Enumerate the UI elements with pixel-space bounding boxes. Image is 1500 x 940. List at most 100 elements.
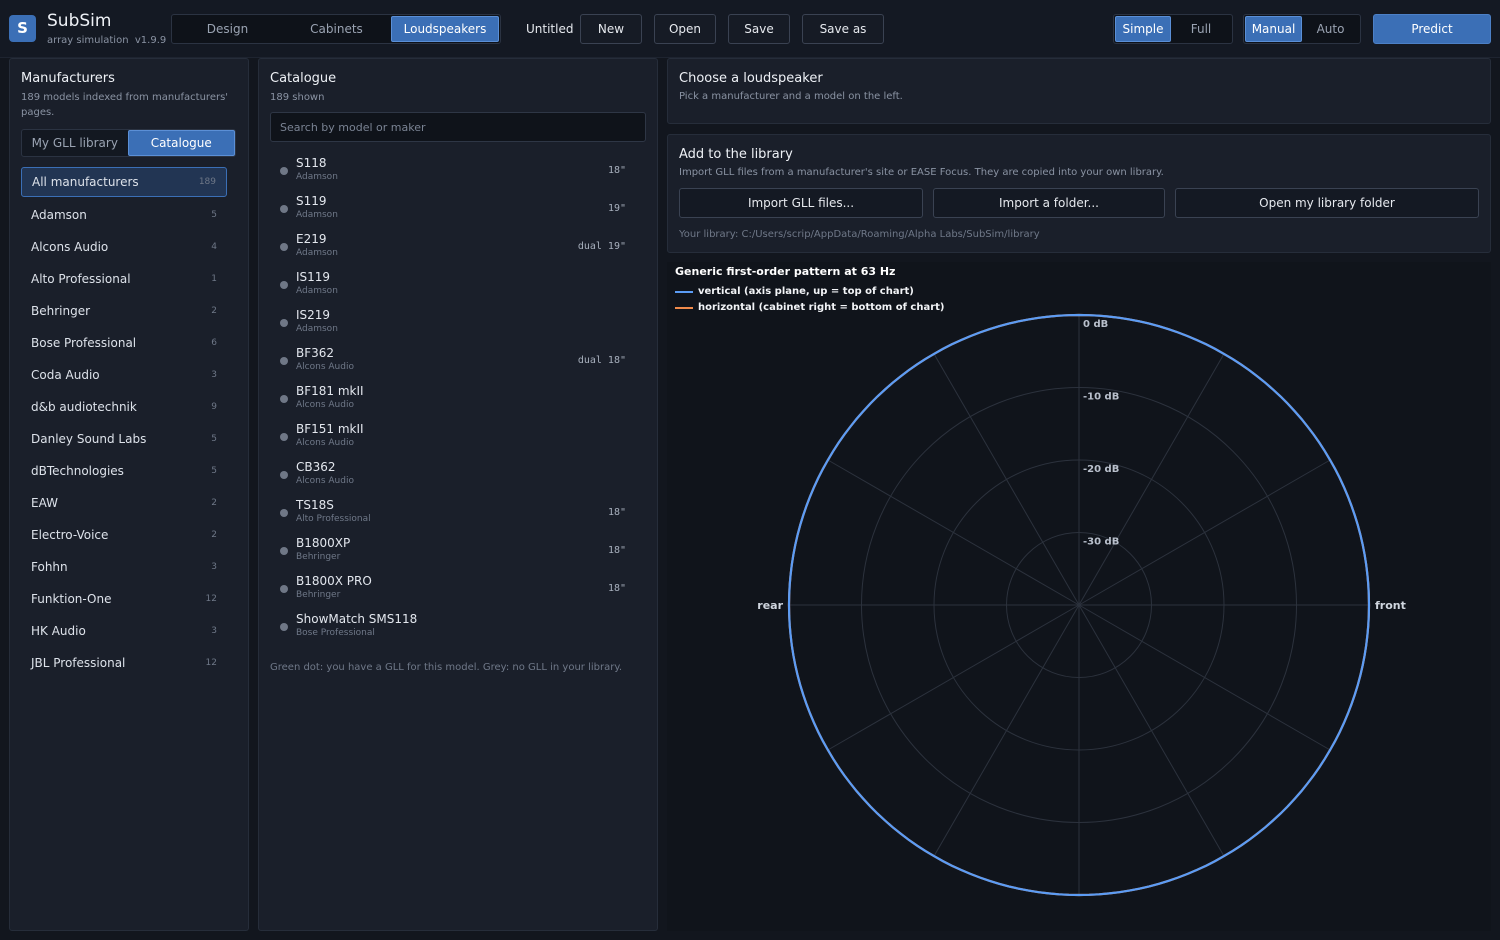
manufacturer-count: 4 [211, 242, 217, 252]
tab-cabinets[interactable]: Cabinets [282, 16, 391, 42]
new-button[interactable]: New [580, 14, 642, 44]
manufacturers-title: Manufacturers [21, 71, 115, 86]
catalogue-item[interactable]: B1800X PRO Behringer 18" [270, 572, 636, 610]
model-name: CB362 [296, 460, 336, 474]
catalogue-panel: Catalogue 189 shown S118 Adamson 18" S119 Ad… [258, 58, 658, 931]
manufacturer-item[interactable]: JBL Professional 12 [21, 647, 227, 679]
manufacturer-item[interactable]: Alto Professional 1 [21, 263, 227, 295]
open-library-folder-button[interactable]: Open my library folder [1175, 188, 1479, 218]
manufacturer-item[interactable]: Alcons Audio 4 [21, 231, 227, 263]
driver-size: 18" [607, 545, 626, 556]
manufacturer-item[interactable]: Adamson 5 [21, 199, 227, 231]
gll-status-dot [280, 167, 288, 175]
import-gll-files-button[interactable]: Import GLL files... [679, 188, 923, 218]
model-name: ShowMatch SMS118 [296, 612, 418, 626]
manufacturer-count: 3 [211, 626, 217, 636]
rear-label: rear [757, 599, 783, 612]
tab-design[interactable]: Design [173, 16, 282, 42]
choose-subtitle: Pick a manufacturer and a model on the l… [679, 91, 903, 102]
catalogue-item[interactable]: IS119 Adamson [270, 268, 636, 306]
gll-status-dot [280, 395, 288, 403]
catalogue-item[interactable]: S118 Adamson 18" [270, 154, 636, 192]
model-maker: Behringer [296, 590, 341, 600]
manufacturer-item[interactable]: Behringer 2 [21, 295, 227, 327]
catalogue-item[interactable]: B1800XP Behringer 18" [270, 534, 636, 572]
add-to-library-panel: Add to the library Import GLL files from… [667, 134, 1491, 253]
mode-tabs: Design Cabinets Loudspeakers [171, 14, 501, 44]
predict-button[interactable]: Predict [1373, 14, 1491, 44]
catalogue-item[interactable]: BF362 Alcons Audio dual 18" [270, 344, 636, 382]
my-gll-library-tab[interactable]: My GLL library [22, 130, 128, 156]
radial-tick-label: -30 dB [1083, 537, 1119, 548]
manufacturer-item[interactable]: HK Audio 3 [21, 615, 227, 647]
manufacturer-name: HK Audio [31, 624, 86, 638]
catalogue-item[interactable]: BF151 mkII Alcons Audio [270, 420, 636, 458]
model-maker: Adamson [296, 286, 338, 296]
legend-vertical-swatch [675, 290, 693, 293]
tab-loudspeakers[interactable]: Loudspeakers [391, 16, 499, 42]
manufacturer-name: Electro-Voice [31, 528, 109, 542]
grid-spoke [1078, 604, 1225, 857]
save-button[interactable]: Save [728, 14, 790, 44]
manufacturer-count: 2 [211, 498, 217, 508]
model-maker: Alcons Audio [296, 438, 354, 448]
catalogue-item[interactable]: E219 Adamson dual 19" [270, 230, 636, 268]
manufacturer-name: EAW [31, 496, 58, 510]
manufacturer-item[interactable]: d&b audiotechnik 9 [21, 391, 227, 423]
grid-spoke [827, 459, 1080, 606]
model-name: S119 [296, 194, 327, 208]
catalogue-item[interactable]: IS219 Adamson [270, 306, 636, 344]
view-full-button[interactable]: Full [1171, 16, 1231, 42]
catalogue-item[interactable]: S119 Adamson 19" [270, 192, 636, 230]
manufacturer-count: 3 [211, 562, 217, 572]
manufacturer-item[interactable]: Danley Sound Labs 5 [21, 423, 227, 455]
auto-button[interactable]: Auto [1302, 16, 1359, 42]
grid-spoke [1078, 604, 1331, 751]
model-maker: Behringer [296, 552, 341, 562]
catalogue-tab[interactable]: Catalogue [127, 130, 235, 156]
catalogue-item[interactable]: ShowMatch SMS118 Bose Professional [270, 610, 636, 648]
library-subtitle: Import GLL files from a manufacturer's s… [679, 167, 1164, 178]
catalogue-item[interactable]: TS18S Alto Professional 18" [270, 496, 636, 534]
catalogue-item[interactable]: BF181 mkII Alcons Audio [270, 382, 636, 420]
gll-status-dot [280, 433, 288, 441]
view-simple-button[interactable]: Simple [1115, 16, 1171, 42]
gll-status-dot [280, 205, 288, 213]
choose-title: Choose a loudspeaker [679, 71, 823, 86]
manufacturer-item[interactable]: All manufacturers 189 [21, 167, 227, 197]
manufacturer-count: 12 [205, 658, 217, 668]
driver-size: 18" [607, 507, 626, 518]
manufacturer-item[interactable]: Electro-Voice 2 [21, 519, 227, 551]
app-subtitle: array simulation v1.9.9 [47, 35, 167, 46]
catalogue-count: 189 shown [270, 92, 325, 103]
manufacturer-count: 2 [211, 530, 217, 540]
manufacturer-item[interactable]: dBTechnologies 5 [21, 455, 227, 487]
manufacturer-item[interactable]: Funktion-One 12 [21, 583, 227, 615]
manufacturer-name: Alto Professional [31, 272, 131, 286]
catalogue-list: S118 Adamson 18" S119 Adamson 19" E219 Adamson d… [270, 154, 636, 648]
catalogue-search-input[interactable] [270, 112, 646, 142]
document-title: Untitled [526, 22, 574, 36]
manufacturer-item[interactable]: EAW 2 [21, 487, 227, 519]
polar-chart-svg: 0 dB -10 dB -20 dB -30 dB front rear [757, 313, 1406, 897]
manufacturer-item[interactable]: Coda Audio 3 [21, 359, 227, 391]
model-maker: Bose Professional [296, 628, 375, 638]
save-as-button[interactable]: Save as [802, 14, 884, 44]
model-name: E219 [296, 232, 327, 246]
top-bar: S SubSim array simulation v1.9.9 Design … [0, 0, 1500, 58]
open-button[interactable]: Open [654, 14, 716, 44]
gll-status-dot [280, 319, 288, 327]
driver-size: 18" [607, 165, 626, 176]
manufacturer-name: Behringer [31, 304, 91, 318]
manual-button[interactable]: Manual [1245, 16, 1302, 42]
app-logo: S [9, 15, 36, 42]
catalogue-item[interactable]: CB362 Alcons Audio [270, 458, 636, 496]
import-folder-button[interactable]: Import a folder... [933, 188, 1165, 218]
manufacturer-name: Adamson [31, 208, 87, 222]
model-maker: Alto Professional [296, 514, 371, 524]
model-name: IS119 [296, 270, 331, 284]
legend-vertical: vertical (axis plane, up = top of chart) [675, 286, 914, 297]
manufacturer-count: 5 [211, 210, 217, 220]
manufacturer-item[interactable]: Fohhn 3 [21, 551, 227, 583]
manufacturer-item[interactable]: Bose Professional 6 [21, 327, 227, 359]
